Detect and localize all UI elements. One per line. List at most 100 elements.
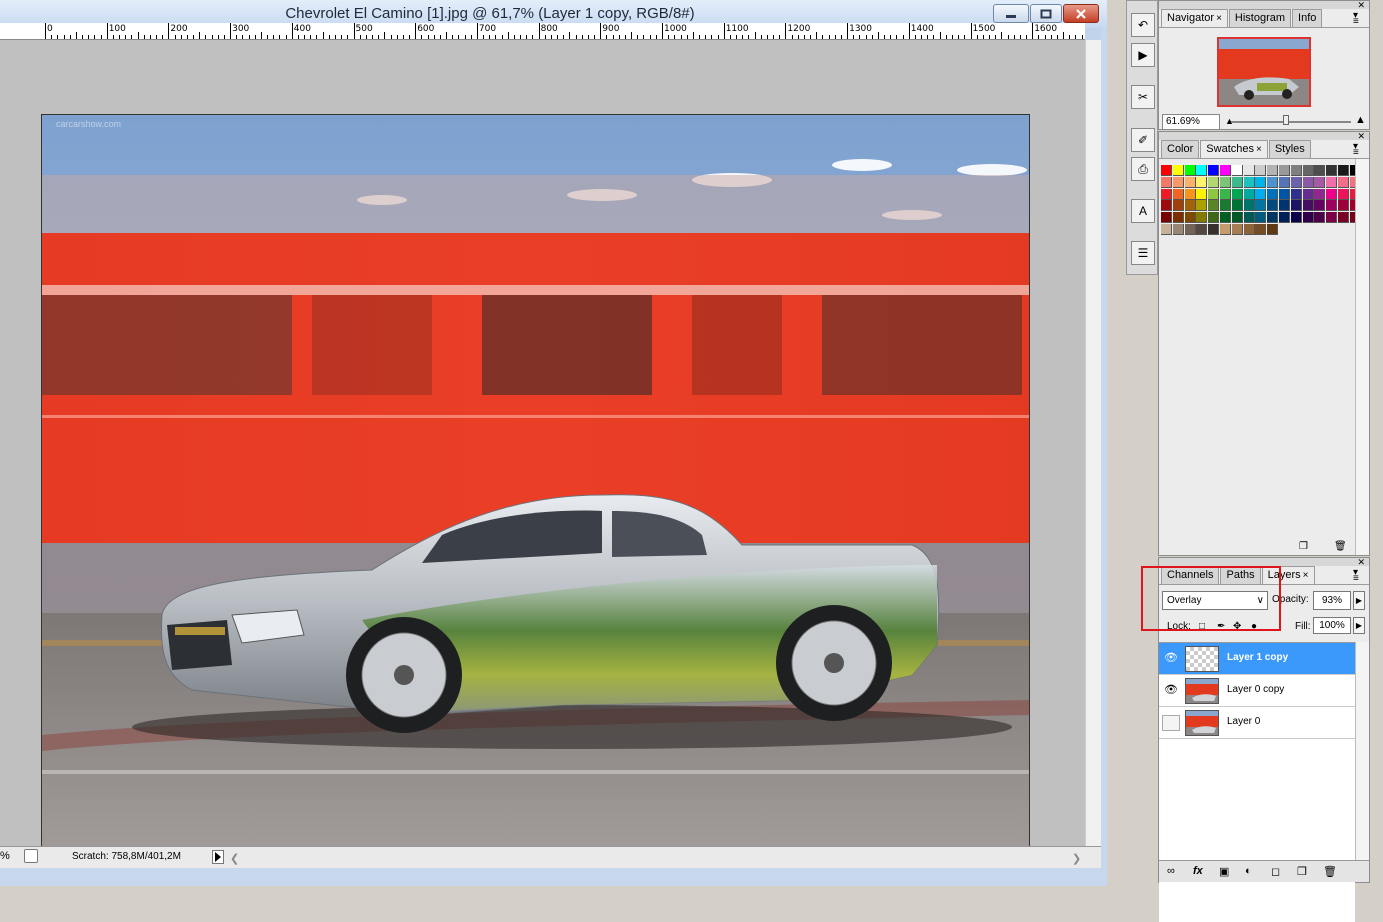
color-swatch[interactable] [1161, 176, 1172, 188]
color-swatch[interactable] [1267, 212, 1279, 224]
zoom-slider[interactable] [1231, 121, 1351, 123]
brushes-button[interactable]: ✐ [1131, 128, 1155, 152]
layer-mask-icon[interactable]: ▣ [1219, 865, 1229, 878]
color-swatch[interactable] [1279, 176, 1290, 188]
color-swatch[interactable] [1338, 188, 1349, 200]
link-layers-icon[interactable]: ∞ [1167, 865, 1175, 877]
color-swatch[interactable] [1220, 200, 1231, 212]
color-swatch[interactable] [1279, 200, 1290, 212]
color-swatch[interactable] [1184, 165, 1196, 176]
color-swatch[interactable] [1196, 212, 1208, 224]
color-swatch[interactable] [1161, 200, 1172, 212]
opacity-input[interactable]: 93% [1313, 591, 1351, 610]
color-swatch[interactable] [1196, 188, 1208, 200]
color-swatch[interactable] [1243, 200, 1255, 212]
color-swatch[interactable] [1290, 188, 1302, 200]
color-swatch[interactable] [1302, 200, 1314, 212]
color-swatch[interactable] [1243, 176, 1255, 188]
scroll-left-arrow[interactable]: ❮ [230, 852, 239, 865]
color-swatch[interactable] [1220, 224, 1231, 235]
trash-icon[interactable]: 🗑 [1323, 865, 1337, 878]
tab-histogram[interactable]: Histogram [1228, 9, 1292, 27]
layer-row[interactable]: 👁 Layer 1 copy [1159, 643, 1355, 675]
color-swatch[interactable] [1208, 224, 1220, 235]
new-swatch-icon[interactable]: ❐ [1299, 541, 1308, 552]
color-swatch[interactable] [1231, 165, 1243, 176]
color-swatch[interactable] [1243, 224, 1255, 235]
tab-styles[interactable]: Styles [1268, 140, 1311, 158]
panel-grip[interactable]: ✕ [1159, 0, 1369, 10]
close-icon[interactable]: × [1256, 144, 1262, 155]
color-swatch[interactable] [1172, 176, 1184, 188]
tab-navigator[interactable]: Navigator × [1161, 9, 1228, 27]
canvas-area[interactable]: carcarshow.com [0, 40, 1085, 857]
status-menu-button[interactable] [212, 850, 224, 864]
minimize-button[interactable] [993, 4, 1029, 23]
color-swatch[interactable] [1161, 188, 1172, 200]
color-swatch[interactable] [1172, 188, 1184, 200]
layer-style-icon[interactable]: fx [1193, 865, 1203, 877]
clone-source-button[interactable]: ⎙ [1131, 157, 1155, 181]
color-swatch[interactable] [1338, 176, 1349, 188]
actions-button[interactable]: ▶ [1131, 43, 1155, 67]
color-swatch[interactable] [1338, 200, 1349, 212]
fill-slider-button[interactable]: ▶ [1353, 617, 1365, 634]
color-swatch[interactable] [1208, 212, 1220, 224]
layer-row[interactable]: 👁 Layer 0 copy [1159, 675, 1355, 707]
panel-menu-icon[interactable]: ▾ ≡ [1353, 142, 1365, 158]
fill-input[interactable]: 100% [1313, 617, 1351, 634]
zoom-readout[interactable]: % [0, 850, 10, 862]
color-swatch[interactable] [1279, 165, 1290, 176]
layer-row[interactable]: Layer 0 [1159, 707, 1355, 739]
color-swatch[interactable] [1326, 165, 1338, 176]
scroll-right-arrow[interactable]: ❯ [1072, 852, 1081, 865]
tab-info[interactable]: Info [1292, 9, 1323, 27]
color-swatch[interactable] [1196, 200, 1208, 212]
color-swatch[interactable] [1208, 200, 1220, 212]
tool-presets-button[interactable]: ✂ [1131, 85, 1155, 109]
color-swatch[interactable] [1279, 188, 1290, 200]
paragraph-button[interactable]: ☰ [1131, 241, 1155, 265]
close-icon[interactable]: × [1303, 570, 1309, 581]
color-swatch[interactable] [1172, 200, 1184, 212]
tab-swatches[interactable]: Swatches × [1200, 140, 1268, 158]
color-swatch[interactable] [1220, 212, 1231, 224]
color-swatch[interactable] [1243, 212, 1255, 224]
color-swatch[interactable] [1338, 165, 1349, 176]
color-swatch[interactable] [1172, 224, 1184, 235]
color-swatch[interactable] [1184, 176, 1196, 188]
color-swatch[interactable] [1314, 200, 1326, 212]
color-swatch[interactable] [1243, 188, 1255, 200]
document-image[interactable]: carcarshow.com [41, 114, 1030, 857]
color-swatch[interactable] [1326, 212, 1338, 224]
opacity-slider-button[interactable]: ▶ [1353, 591, 1365, 610]
adjustment-layer-icon[interactable]: ◐ [1245, 865, 1252, 877]
color-swatch[interactable] [1314, 165, 1326, 176]
new-layer-icon[interactable]: ❐ [1297, 865, 1307, 878]
panel-menu-icon[interactable]: ▾ ≡ [1353, 568, 1365, 584]
color-swatch[interactable] [1196, 165, 1208, 176]
color-swatch[interactable] [1267, 224, 1279, 235]
maximize-button[interactable] [1030, 4, 1062, 23]
new-group-icon[interactable]: ◻ [1271, 865, 1280, 878]
color-swatch[interactable] [1243, 165, 1255, 176]
color-swatch[interactable] [1302, 176, 1314, 188]
color-swatch[interactable] [1220, 188, 1231, 200]
color-swatch[interactable] [1302, 165, 1314, 176]
color-swatch[interactable] [1255, 176, 1267, 188]
color-swatch[interactable] [1172, 212, 1184, 224]
color-swatch[interactable] [1184, 224, 1196, 235]
layers-scrollbar[interactable] [1355, 642, 1369, 882]
color-swatch[interactable] [1290, 212, 1302, 224]
color-swatch[interactable] [1255, 165, 1267, 176]
color-swatch[interactable] [1290, 165, 1302, 176]
color-swatch[interactable] [1184, 212, 1196, 224]
close-icon[interactable]: × [1216, 13, 1222, 24]
color-swatch[interactable] [1161, 224, 1172, 235]
color-swatch[interactable] [1290, 200, 1302, 212]
color-swatch[interactable] [1231, 176, 1243, 188]
trash-icon[interactable]: 🗑 [1334, 541, 1347, 552]
color-swatch[interactable] [1231, 200, 1243, 212]
history-button[interactable]: ↶ [1131, 13, 1155, 37]
color-swatch[interactable] [1255, 224, 1267, 235]
